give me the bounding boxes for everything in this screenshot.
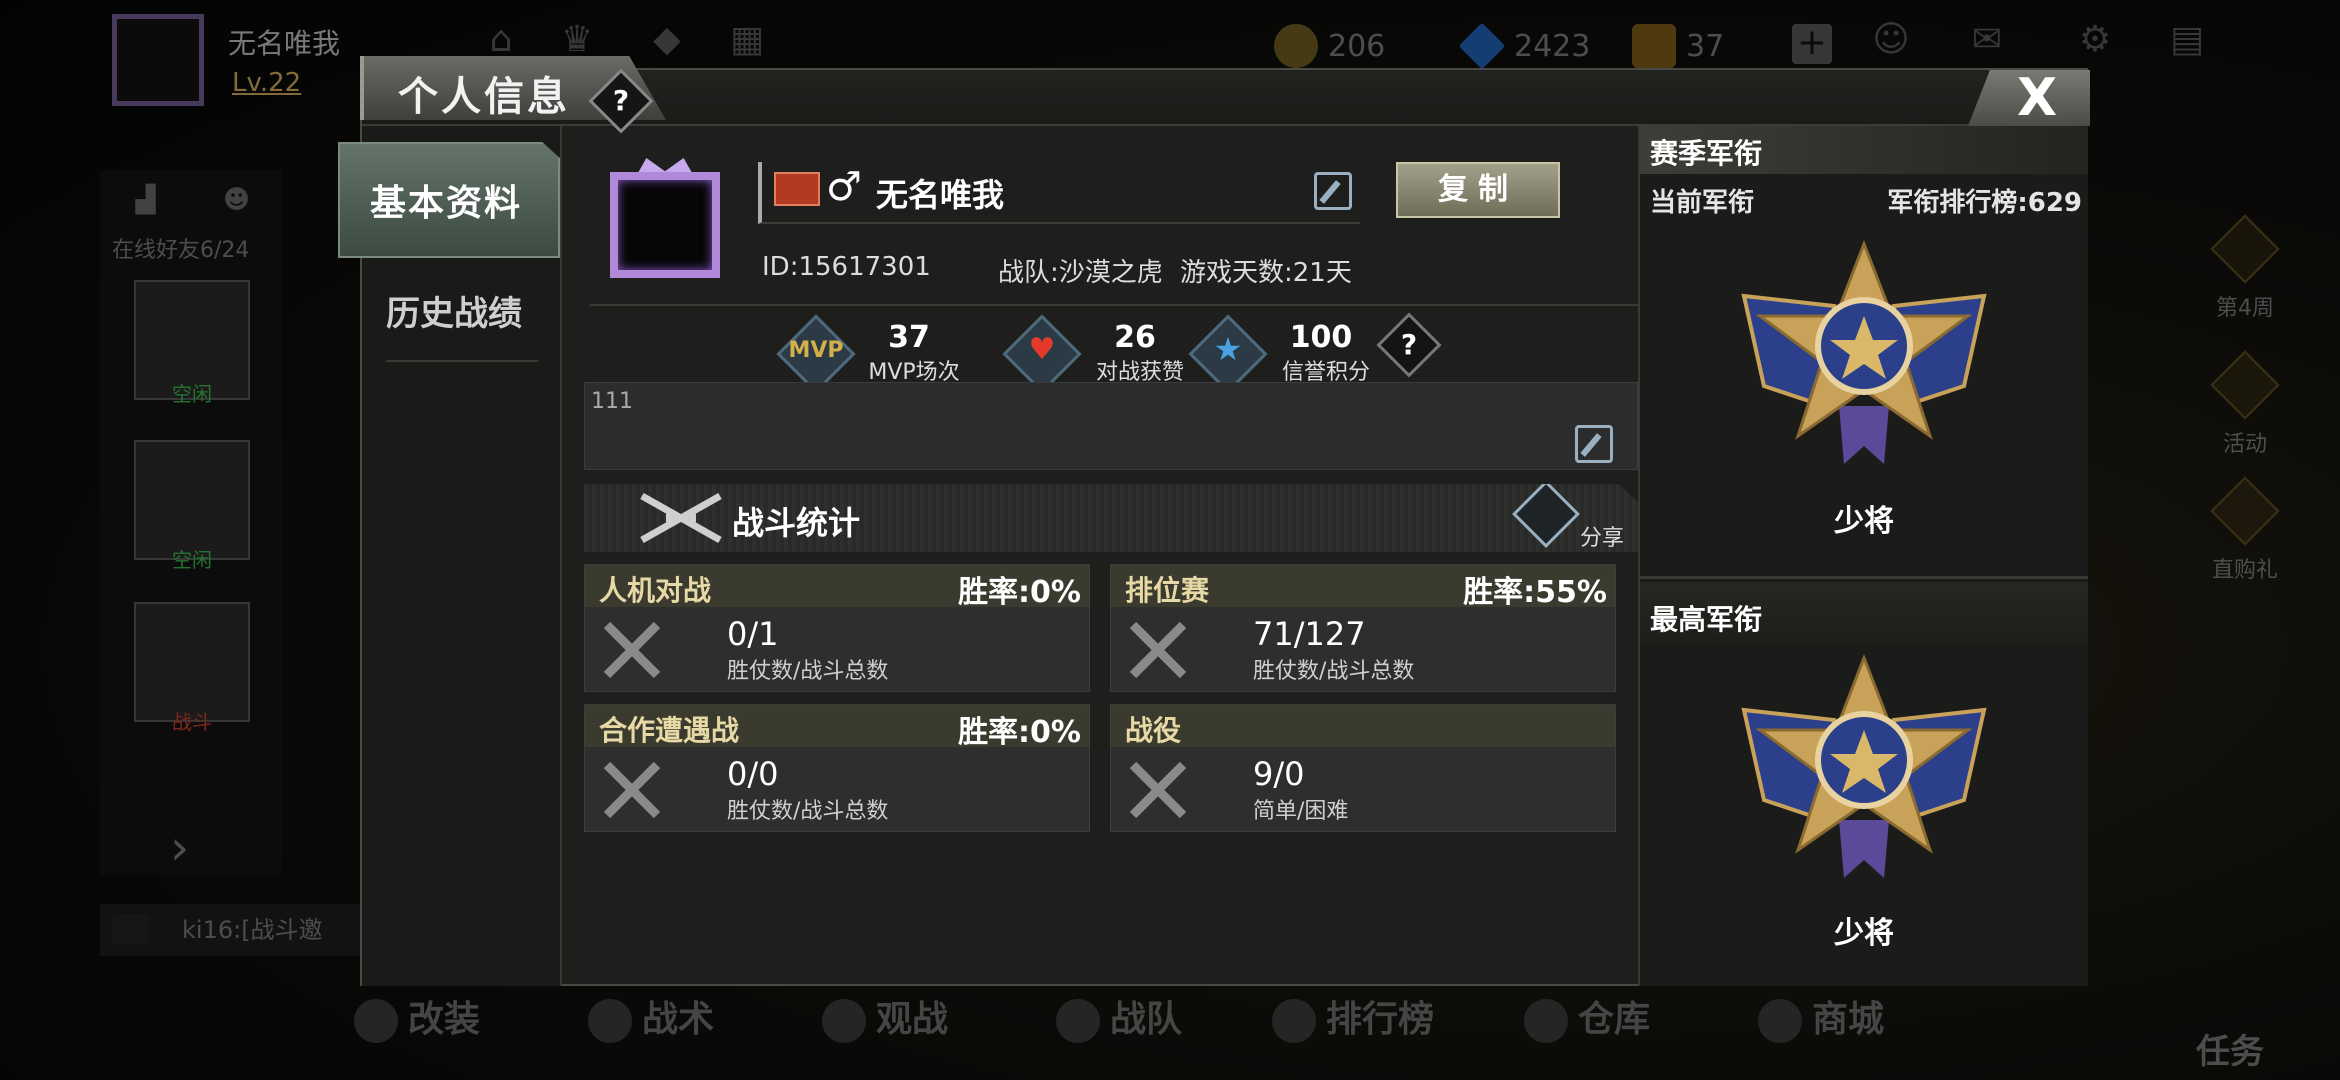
win-ratio: 71/127: [1253, 615, 1366, 653]
divider: [590, 304, 1640, 306]
play-days: 游戏天数:21天: [1180, 258, 1352, 288]
ratio-caption: 简单/困难: [1253, 799, 1349, 824]
battle-stats-header: 战斗统计 分享: [584, 484, 1640, 552]
edit-name-icon[interactable]: [1314, 172, 1352, 210]
rank-panel: 赛季军衔 当前军衔 军衔排行榜:629 少将 最高军衔 少将: [1638, 126, 2088, 986]
mode-card-coop: 合作遭遇战 胜率:0% 0/0 胜仗数/战斗总数: [584, 704, 1090, 832]
win-rate: 胜率:55%: [1463, 575, 1607, 610]
current-rank-name: 少将: [1834, 504, 1894, 539]
player-id: ID:15617301: [762, 252, 931, 282]
ratio-caption: 胜仗数/战斗总数: [1253, 659, 1415, 684]
crossed-rifles-icon: [640, 492, 722, 544]
tab-basic-info-label: 基本资料: [370, 183, 523, 224]
profile-modal: 个人信息 ? X 基本资料 历史战绩 ♂ 无名唯我 复制 ID:15617301…: [338, 56, 2090, 986]
tab-divider: [386, 360, 538, 362]
profile-avatar[interactable]: [600, 158, 730, 288]
ratio-caption: 胜仗数/战斗总数: [727, 799, 889, 824]
credit-score: 100: [1289, 320, 1353, 355]
mvp-count: 37: [888, 320, 930, 355]
crossed-swords-icon: [1129, 621, 1187, 679]
campaign-ratio: 9/0: [1253, 755, 1305, 793]
edit-signature-icon[interactable]: [1575, 425, 1613, 463]
name-row: ♂ 无名唯我: [758, 162, 1360, 224]
avatar-frame: [610, 172, 720, 278]
major-general-medal-icon: [1741, 239, 1987, 464]
tab-basic-info[interactable]: 基本资料: [338, 142, 560, 258]
highest-rank-name: 少将: [1834, 916, 1894, 951]
share-icon[interactable]: [1512, 484, 1580, 548]
mode-card-pve: 人机对战 胜率:0% 0/1 胜仗数/战斗总数: [584, 564, 1090, 692]
crossed-swords-icon: [603, 761, 661, 819]
win-ratio: 0/0: [727, 755, 779, 793]
mode-name: 排位赛: [1125, 574, 1210, 607]
win-rate: 胜率:0%: [958, 715, 1081, 750]
share-label[interactable]: 分享: [1580, 520, 1624, 552]
likes-count: 26: [1114, 320, 1156, 355]
highest-rank-header: 最高军衔: [1640, 582, 2088, 646]
mode-card-campaign: 战役 9/0 简单/困难: [1110, 704, 1616, 832]
crossed-swords-icon: [1129, 761, 1187, 819]
mode-name: 合作遭遇战: [599, 714, 740, 747]
win-rate: 胜率:0%: [958, 575, 1081, 610]
team-emblem-icon: [774, 172, 820, 206]
profile-meta: ID:15617301 战队:沙漠之虎 游戏天数:21天: [762, 252, 1462, 288]
battle-stats-title: 战斗统计: [732, 504, 861, 542]
rank-leaderboard[interactable]: 军衔排行榜:629: [1887, 182, 2082, 219]
mode-card-ranked: 排位赛 胜率:55% 71/127 胜仗数/战斗总数: [1110, 564, 1616, 692]
copy-button[interactable]: 复制: [1396, 162, 1560, 218]
basic-info-panel: ♂ 无名唯我 复制 ID:15617301 战队:沙漠之虎 游戏天数:21天 M…: [564, 126, 1642, 986]
signature-box[interactable]: 111: [584, 382, 1638, 470]
highest-rank-medal-icon: [1741, 653, 1987, 878]
profile-name: 无名唯我: [876, 176, 1005, 214]
player-team: 战队:沙漠之虎: [998, 258, 1163, 288]
signature-text: 111: [591, 389, 633, 414]
credit-help-icon[interactable]: ?: [1376, 312, 1442, 378]
win-ratio: 0/1: [727, 615, 779, 653]
current-rank-label: 当前军衔: [1650, 188, 1755, 218]
mode-name: 人机对战: [599, 574, 712, 607]
mode-name: 战役: [1125, 714, 1182, 747]
profile-tabs: 基本资料 历史战绩: [338, 126, 562, 986]
ratio-caption: 胜仗数/战斗总数: [727, 659, 889, 684]
modal-title: 个人信息: [398, 74, 570, 120]
crossed-swords-icon: [603, 621, 661, 679]
rank-header: 赛季军衔: [1640, 126, 2088, 174]
tab-history[interactable]: 历史战绩: [386, 286, 538, 335]
male-gender-icon: ♂: [826, 164, 862, 210]
